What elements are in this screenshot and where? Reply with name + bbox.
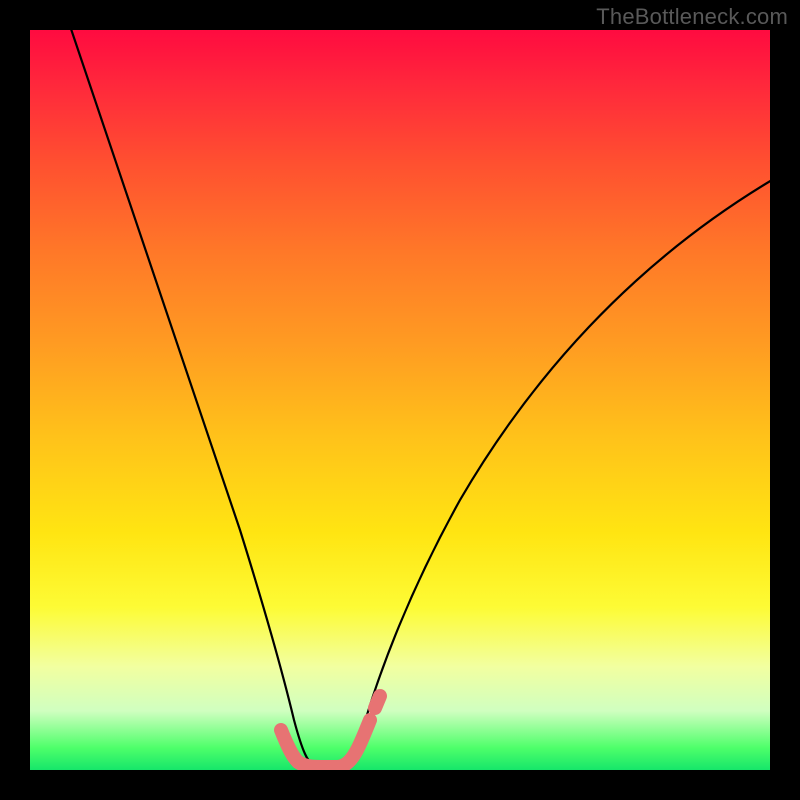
trough-marker [281, 720, 370, 767]
trough-marker-dot [375, 696, 380, 708]
chart-frame: TheBottleneck.com [0, 0, 800, 800]
bottleneck-curve [68, 30, 770, 766]
plot-area [30, 30, 770, 770]
curve-overlay [30, 30, 770, 770]
watermark-text: TheBottleneck.com [596, 4, 788, 30]
